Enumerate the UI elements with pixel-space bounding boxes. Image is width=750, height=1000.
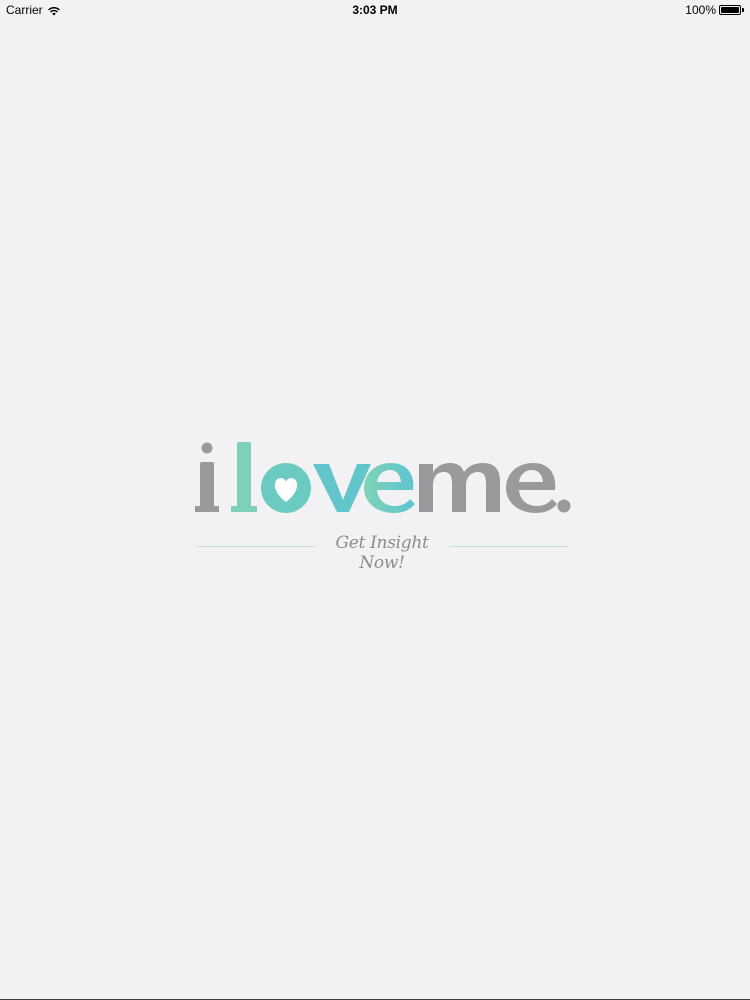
battery-icon — [719, 5, 741, 15]
splash-screen: Carrier 3:03 PM 100% Get Insight Now! — [0, 0, 750, 1000]
logo-wordmark — [195, 442, 571, 513]
status-right: 100% — [685, 3, 744, 17]
status-bar: Carrier 3:03 PM 100% — [0, 0, 750, 20]
tagline: Get Insight Now! — [335, 533, 429, 573]
battery-percentage: 100% — [685, 3, 716, 17]
battery-tip — [742, 8, 744, 12]
tagline-row: Get Insight Now! — [197, 532, 569, 573]
tagline-divider-right — [449, 546, 569, 547]
battery-fill — [721, 7, 739, 13]
status-time: 3:03 PM — [352, 3, 398, 17]
tagline-divider-left — [197, 546, 315, 547]
